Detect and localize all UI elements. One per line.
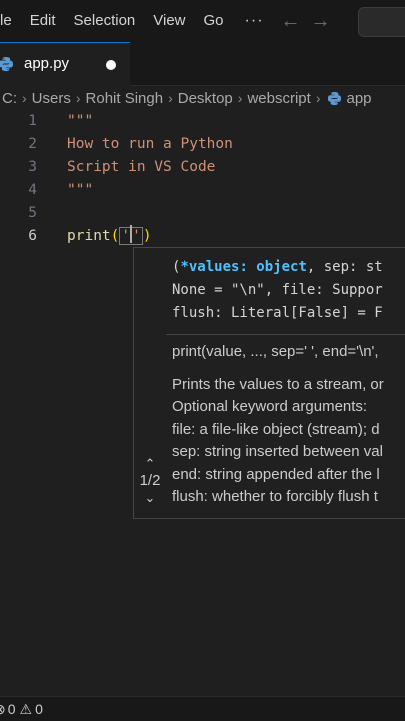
chevron-right-icon: ›: [237, 90, 243, 106]
open-quote: ': [121, 228, 131, 244]
line-number: 2: [28, 136, 37, 152]
breadcrumb-webscript[interactable]: webscript: [245, 90, 312, 107]
sig-line3: flush: Literal[False] = F: [172, 305, 383, 321]
close-paren: ): [142, 228, 152, 244]
doc-line: Prints the values to a stream, or: [172, 375, 384, 393]
signature-code: (*values: object, sep: st None = "\n", f…: [172, 256, 405, 325]
breadcrumb-file[interactable]: app: [323, 90, 373, 107]
line-number: 1: [28, 113, 37, 129]
function-name: print: [67, 228, 111, 244]
chevron-right-icon: ›: [75, 90, 81, 106]
doc-line: sep: string inserted between val: [172, 443, 383, 460]
overload-navigator: ⌃ 1/2 ⌄: [134, 457, 166, 504]
code-text: print(' '): [67, 225, 152, 248]
doc-signature: print(value, ..., sep=' ', end='\n',: [172, 343, 379, 360]
menu-go[interactable]: Go: [195, 0, 233, 42]
doc-line: file: a file-like object (stream); d: [172, 420, 380, 438]
error-count: 0: [7, 701, 16, 717]
breadcrumb: C: › Users › Rohit Singh › Desktop › web…: [0, 86, 405, 110]
menu-view[interactable]: View: [144, 0, 194, 42]
active-parameter: *values: object: [180, 259, 307, 275]
status-bar: ⊗ 0 ⚠ 0: [0, 696, 405, 721]
menu-selection[interactable]: Selection: [65, 0, 145, 42]
breadcrumb-file-label: app: [346, 89, 372, 107]
python-icon: [0, 56, 14, 77]
code-line-active: 6 print(' '): [0, 225, 405, 248]
code-text: How to run a Python: [67, 136, 233, 152]
code-text: """: [67, 113, 94, 129]
code-line: 2 How to run a Python: [0, 133, 405, 156]
code-line: 3 Script in VS Code: [0, 156, 405, 179]
breadcrumb-user[interactable]: Rohit Singh: [84, 90, 166, 107]
code-line: 5: [0, 202, 405, 225]
sig-line2: None = "\n", file: Suppor: [172, 282, 383, 298]
sig-line1-rest: , sep: st: [306, 259, 383, 275]
line-number: 5: [28, 205, 37, 221]
menu-edit[interactable]: Edit: [21, 0, 65, 42]
code-line: 1 """: [0, 110, 405, 133]
more-menu-icon[interactable]: ···: [233, 12, 276, 30]
chevron-down-icon[interactable]: ⌄: [134, 491, 166, 504]
chevron-right-icon: ›: [168, 90, 173, 106]
tab-bar: app.py: [0, 42, 405, 86]
doc-line: end: string appended after the l: [172, 465, 380, 483]
line-number: 3: [28, 159, 37, 175]
overload-counter: 1/2: [139, 472, 161, 489]
code-line: 4 """: [0, 179, 405, 202]
quote-pair: ' ': [119, 225, 143, 245]
unsaved-dot-icon[interactable]: [106, 60, 116, 70]
chevron-right-icon: ›: [22, 90, 27, 106]
doc-line: Optional keyword arguments:: [172, 398, 368, 415]
breadcrumb-drive[interactable]: C:: [0, 90, 19, 107]
signature-help-popup[interactable]: (*values: object, sep: st None = "\n", f…: [133, 247, 405, 519]
problems-indicator[interactable]: ⊗ 0 ⚠ 0: [0, 701, 43, 718]
code-text: Script in VS Code: [67, 159, 216, 175]
divider: [166, 334, 405, 335]
breadcrumb-users[interactable]: Users: [30, 90, 73, 107]
command-center-search[interactable]: [358, 7, 405, 37]
code-text: """: [67, 182, 94, 198]
error-icon: ⊗: [0, 701, 6, 718]
chevron-up-icon[interactable]: ⌃: [134, 457, 166, 470]
warning-count: 0: [35, 701, 43, 717]
chevron-right-icon: ›: [315, 90, 321, 106]
line-number: 6: [28, 228, 37, 244]
line-number: 4: [28, 182, 37, 198]
breadcrumb-desktop[interactable]: Desktop: [176, 90, 235, 107]
doc-line: flush: whether to forcibly flush t: [172, 488, 378, 505]
forward-arrow-icon[interactable]: →: [306, 10, 336, 33]
close-quote: ': [132, 228, 141, 244]
menu-file[interactable]: le: [0, 0, 21, 42]
warning-icon: ⚠: [19, 700, 33, 717]
menu-bar: le Edit Selection View Go ··· ← →: [0, 0, 405, 42]
tab-label: app.py: [24, 55, 70, 72]
tab-app-py[interactable]: app.py: [0, 42, 130, 86]
python-icon: [328, 91, 342, 106]
back-arrow-icon[interactable]: ←: [276, 10, 306, 33]
signature-docs: print(value, ..., sep=' ', end='\n', Pri…: [172, 341, 405, 509]
